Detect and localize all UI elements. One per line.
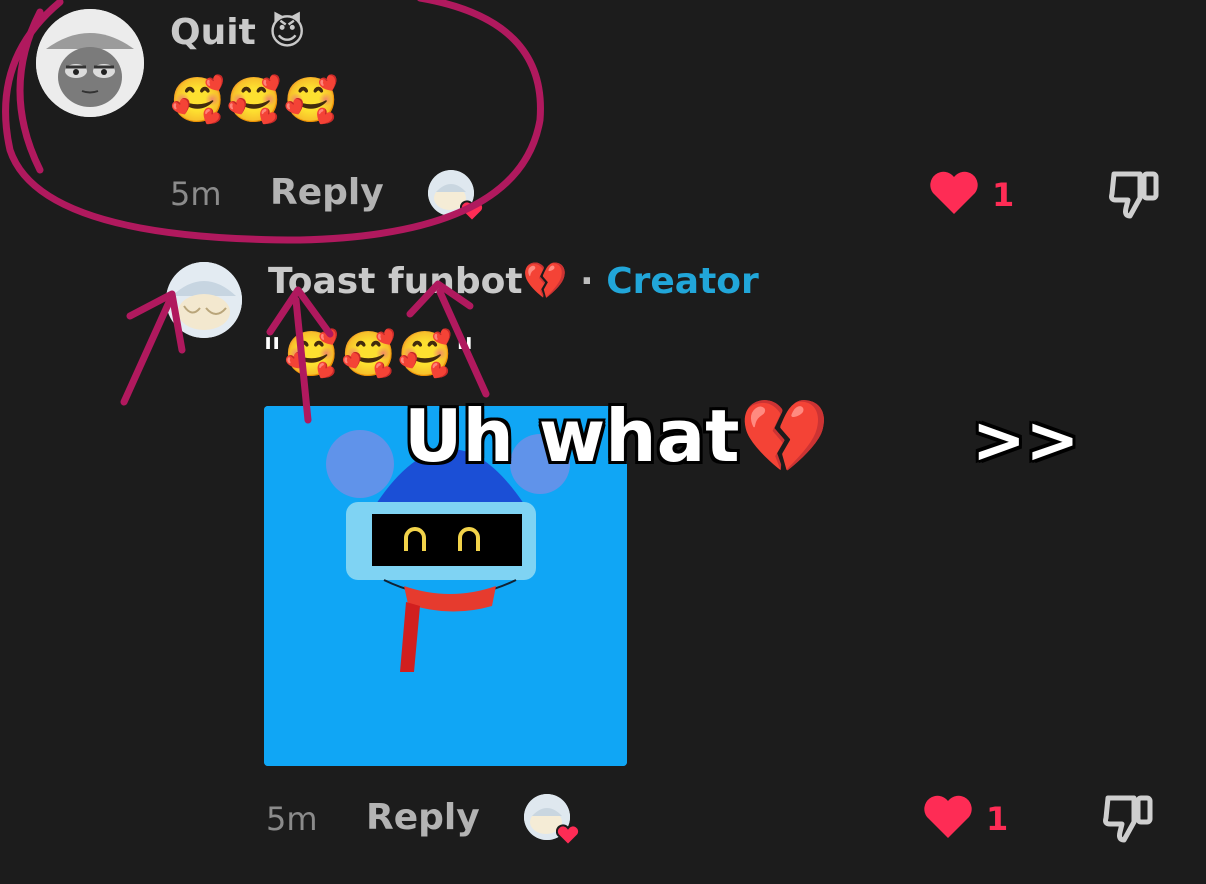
broken-heart-emoji: 💔	[522, 261, 568, 302]
heart-icon	[924, 795, 972, 838]
thumbs-down-icon	[1109, 171, 1159, 219]
creator-badge: Creator	[606, 261, 759, 302]
dislike-button[interactable]	[1106, 168, 1162, 220]
comment-username[interactable]: Quit 😈	[170, 12, 306, 53]
like-count: 1	[992, 176, 1015, 214]
caption-overlay: Uh what💔	[404, 394, 829, 479]
arrows-overlay: >>	[972, 404, 1080, 478]
like-button[interactable]: 1	[922, 792, 1012, 842]
creator-liked-icon	[524, 794, 580, 846]
comment-1: Quit 😈 🥰🥰🥰 5m Reply 1	[0, 0, 1206, 240]
like-button[interactable]: 1	[928, 168, 1018, 218]
comment-2: Toast funbot💔 · Creator "🥰🥰🥰" 5m Reply 1	[0, 240, 1206, 884]
comment-time: 5m	[266, 800, 318, 838]
reply-button[interactable]: Reply	[270, 172, 384, 213]
caption-text: Uh what	[404, 394, 740, 478]
broken-heart-emoji: 💔	[739, 394, 830, 478]
dislike-button[interactable]	[1100, 792, 1156, 844]
devil-emoji: 😈	[268, 12, 306, 53]
comment-username[interactable]: Toast funbot💔 · Creator	[268, 260, 759, 302]
username-text[interactable]: Toast funbot	[268, 261, 523, 302]
comment-time: 5m	[170, 175, 222, 213]
thumbs-down-icon	[1103, 795, 1153, 843]
comment-text: "🥰🥰🥰"	[262, 329, 477, 380]
username-text[interactable]: Quit	[170, 12, 256, 53]
avatar[interactable]	[36, 9, 144, 117]
heart-icon	[930, 171, 978, 214]
separator: ·	[579, 261, 594, 302]
avatar[interactable]	[166, 262, 242, 338]
comment-text: 🥰🥰🥰	[170, 75, 341, 126]
creator-liked-icon	[428, 170, 484, 222]
like-count: 1	[986, 800, 1009, 838]
reply-button[interactable]: Reply	[366, 797, 480, 838]
